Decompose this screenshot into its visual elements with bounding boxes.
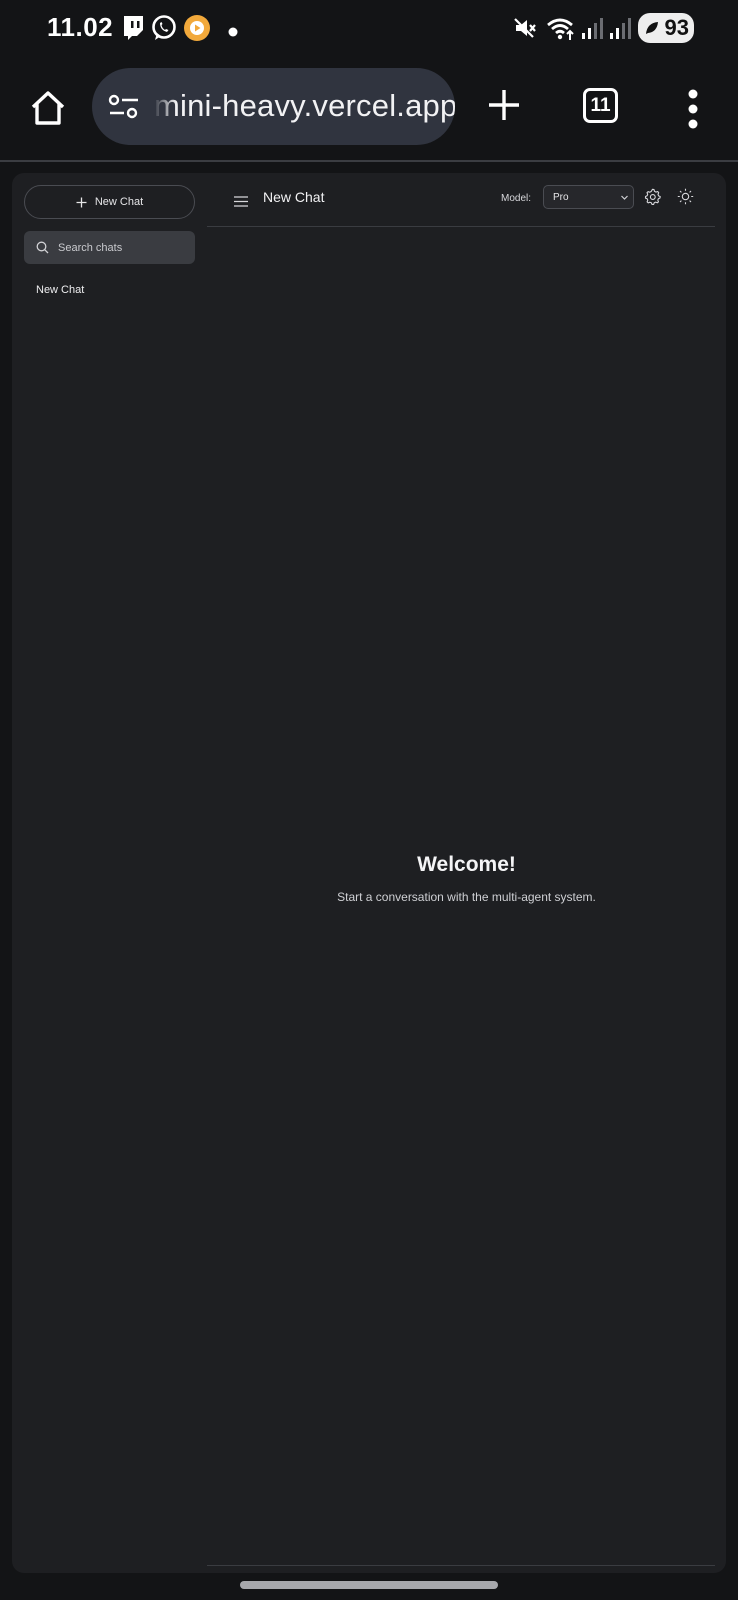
sun-icon[interactable]	[677, 188, 694, 210]
search-icon	[36, 241, 49, 254]
signal-icon	[580, 16, 604, 45]
tab-count: 11	[590, 95, 611, 116]
composer-divider	[207, 1565, 715, 1566]
hamburger-menu-icon[interactable]	[234, 194, 248, 212]
site-settings-icon[interactable]	[108, 94, 140, 125]
chat-title: New Chat	[263, 189, 325, 205]
welcome-heading: Welcome!	[417, 853, 516, 876]
search-box[interactable]	[24, 231, 195, 264]
mute-icon	[513, 16, 537, 45]
tabs-icon[interactable]: 11	[583, 88, 618, 123]
plus-icon	[76, 197, 87, 207]
address-bar[interactable]: mini-heavy.vercel.app	[92, 68, 455, 145]
status-time: 11.02	[47, 12, 114, 42]
url-text[interactable]: mini-heavy.vercel.app	[154, 88, 455, 124]
battery-icon: 93	[638, 13, 694, 43]
new-chat-button[interactable]: New Chat	[24, 185, 195, 219]
main-panel: New Chat Model: Pro Welcome! Start a con…	[207, 173, 726, 1573]
chat-header: New Chat Model: Pro	[207, 173, 715, 227]
chevron-down-icon	[621, 195, 628, 200]
more-vert-icon[interactable]	[683, 88, 703, 130]
gear-icon[interactable]	[644, 188, 661, 210]
gesture-navigation-bar[interactable]	[240, 1581, 498, 1589]
browser-toolbar: mini-heavy.vercel.app 11	[0, 58, 738, 162]
battery-level: 93	[664, 15, 689, 40]
welcome-panel: Welcome! Start a conversation with the m…	[207, 853, 726, 904]
model-value: Pro	[553, 192, 569, 203]
app-window: New Chat New Chat New Chat Model: Pro	[12, 173, 726, 1573]
plus-icon[interactable]	[486, 87, 522, 123]
wifi-icon	[546, 16, 578, 47]
chat-list-item[interactable]: New Chat	[36, 284, 84, 296]
search-input[interactable]	[58, 231, 188, 264]
whatsapp-icon	[150, 14, 177, 47]
twitch-icon	[120, 14, 146, 47]
url-fade	[148, 68, 176, 145]
status-bar: 11.02 93	[0, 0, 738, 58]
sidebar: New Chat New Chat	[12, 173, 207, 1573]
new-chat-label: New Chat	[94, 196, 144, 208]
home-icon[interactable]	[28, 88, 68, 128]
model-label: Model:	[501, 193, 532, 204]
signal-icon	[608, 16, 632, 45]
model-select[interactable]: Pro	[543, 185, 634, 209]
notification-dot-icon	[228, 24, 238, 42]
media-play-icon	[182, 13, 212, 48]
welcome-subtext: Start a conversation with the multi-agen…	[337, 890, 596, 904]
